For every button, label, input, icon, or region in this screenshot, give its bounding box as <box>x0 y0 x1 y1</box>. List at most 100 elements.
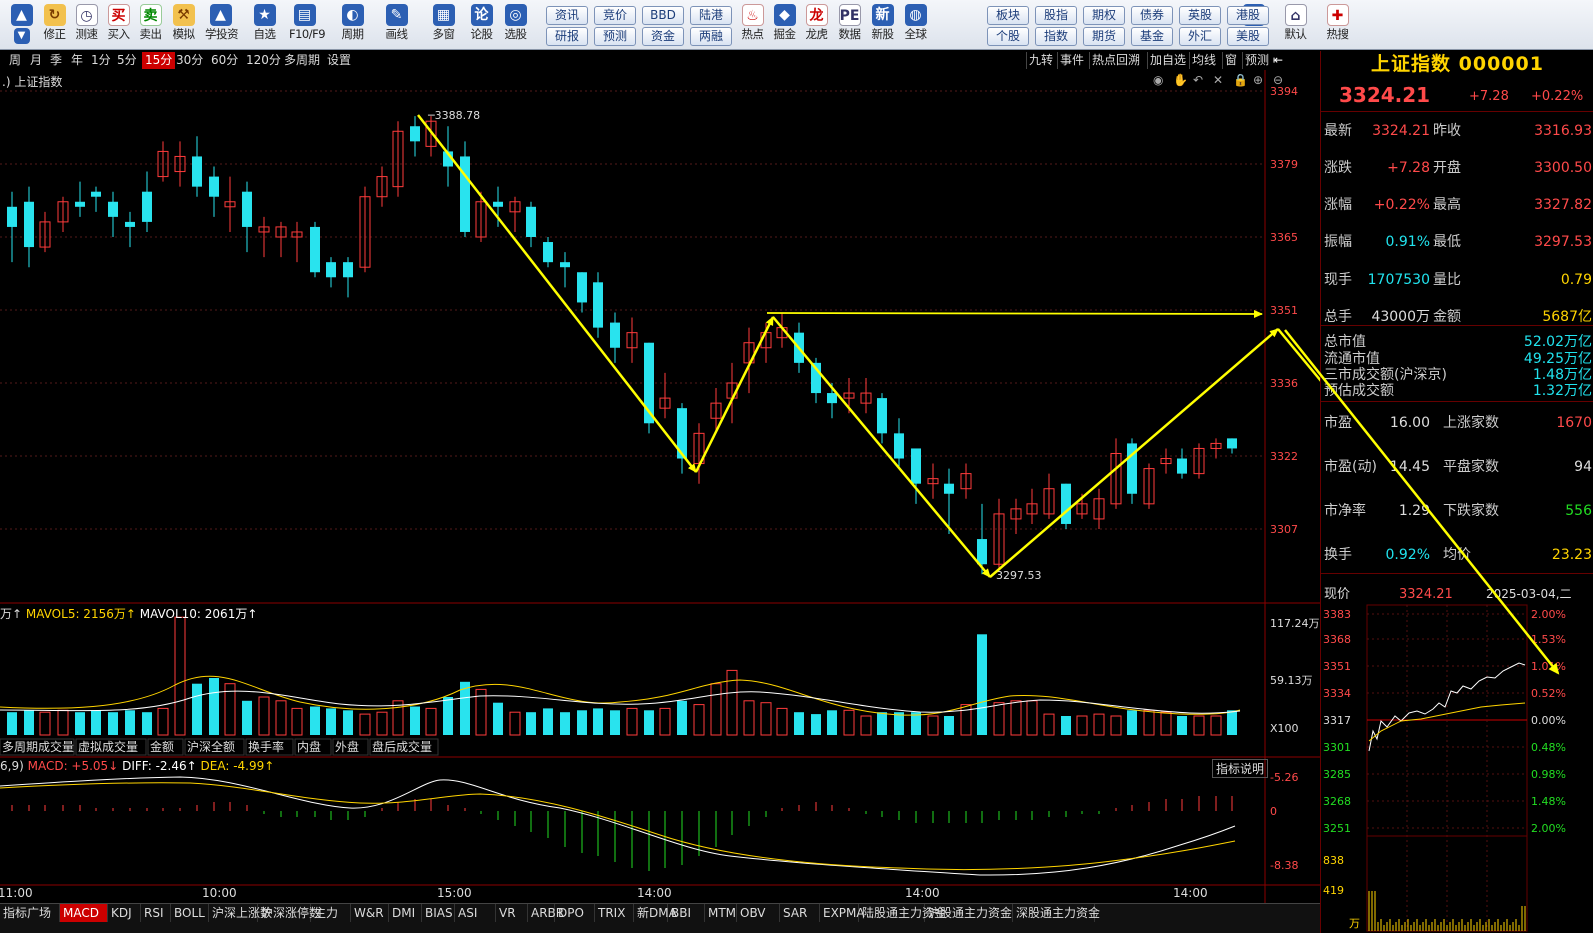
toolbar-button-自选[interactable]: ★ 自选 <box>249 2 280 48</box>
candle[interactable] <box>359 186 371 273</box>
candle[interactable] <box>343 257 353 298</box>
candle[interactable] <box>543 237 553 268</box>
pill-资讯[interactable]: 资讯 <box>546 6 588 25</box>
toolbar-button-热搜[interactable]: ✚ 热搜 <box>1322 2 1353 48</box>
candle[interactable] <box>560 252 570 288</box>
candle[interactable] <box>1193 443 1205 479</box>
candle[interactable] <box>376 166 388 207</box>
candle[interactable] <box>157 141 169 182</box>
candle[interactable] <box>1160 448 1172 474</box>
period-月[interactable]: 月 <box>27 52 45 69</box>
pill-英股[interactable]: 英股 <box>1179 6 1221 25</box>
period-5分[interactable]: 5分 <box>114 52 140 69</box>
pill-期权[interactable]: 期权 <box>1083 6 1125 25</box>
candle[interactable] <box>860 377 872 414</box>
candle[interactable] <box>192 136 202 197</box>
toolbar-button-默认[interactable]: ⌂ 默认 <box>1280 2 1311 48</box>
period-15分[interactable]: 15分 <box>142 52 176 69</box>
candle[interactable] <box>911 448 921 504</box>
chart-canvas[interactable]: 3394 3379 3365 3351 3336 3322 3307 ─3388.78 3297… <box>0 70 1320 903</box>
intraday-mini-chart[interactable]: 现价 3324.21 2025-03-04,二 3383 3368 3351 3334 331… <box>1321 581 1593 933</box>
pill-BBD[interactable]: BBD <box>642 6 684 25</box>
toolbar-button-多窗[interactable]: ▦ 多窗 <box>428 2 459 48</box>
indicator-tab-DPO[interactable]: DPO <box>555 904 595 922</box>
candle[interactable] <box>993 498 1005 570</box>
candle[interactable] <box>659 372 671 419</box>
candle[interactable] <box>242 181 252 253</box>
period-1分[interactable]: 1分 <box>88 52 114 69</box>
toolbar-button-周期[interactable]: ◐ 周期 <box>337 2 368 48</box>
indicator-tab-KDJ[interactable]: KDJ <box>108 904 141 922</box>
toolbar-button-测速[interactable]: ◷ 测速 <box>71 2 102 48</box>
candle[interactable] <box>509 196 521 232</box>
candle[interactable] <box>1043 473 1055 519</box>
toolbar-right-加自选[interactable]: 加自选 <box>1147 52 1186 69</box>
pill-竞价[interactable]: 竞价 <box>594 6 636 25</box>
toolbar-button-F10/F9[interactable]: ▤ F10/F9 <box>289 2 326 48</box>
candle[interactable] <box>291 221 303 263</box>
period-多周期[interactable]: 多周期 <box>281 52 323 69</box>
indicator-tab-RSI[interactable]: RSI <box>141 904 171 922</box>
indicator-tab-沪深涨停数[interactable]: 沪深涨停数 <box>258 904 321 922</box>
candle[interactable] <box>693 423 705 484</box>
candle[interactable] <box>75 181 85 217</box>
pill-预测[interactable]: 预测 <box>594 27 636 46</box>
indicator-tab-ARBR[interactable]: ARBR <box>528 904 564 922</box>
candle[interactable] <box>1026 488 1038 524</box>
candle[interactable] <box>1127 438 1137 504</box>
indicator-tab-MTM[interactable]: MTM <box>705 904 737 922</box>
period-年[interactable]: 年 <box>68 52 86 69</box>
indicator-tab-SAR[interactable]: SAR <box>780 904 820 922</box>
pill-板块[interactable]: 板块 <box>987 6 1029 25</box>
candle[interactable] <box>224 176 236 232</box>
candle[interactable] <box>209 166 219 217</box>
toolbar-button-掘金[interactable]: ◆ 掘金 <box>769 2 800 48</box>
indicator-tab-EXPMA[interactable]: EXPMA <box>820 904 865 922</box>
indicator-tab-沪深上涨数[interactable]: 沪深上涨数 <box>209 904 272 922</box>
pill-股指[interactable]: 股指 <box>1035 6 1077 25</box>
indicator-tab-MACD[interactable]: MACD <box>60 904 108 922</box>
pill-研报[interactable]: 研报 <box>546 27 588 46</box>
indicator-tab-深股通主力资金[interactable]: 深股通主力资金 <box>1013 904 1100 922</box>
candle[interactable] <box>1210 438 1222 459</box>
indicator-tab-VR[interactable]: VR <box>496 904 528 922</box>
candle[interactable] <box>142 171 152 232</box>
candle[interactable] <box>460 141 470 237</box>
toolbar-right-事件[interactable]: 事件 <box>1057 52 1084 69</box>
toolbar-button-画线[interactable]: ✎ 画线 <box>381 2 412 48</box>
period-60分[interactable]: 60分 <box>208 52 241 69</box>
pill-基金[interactable]: 基金 <box>1131 27 1173 46</box>
candle[interactable] <box>1093 488 1105 529</box>
candle[interactable] <box>326 257 336 288</box>
candle[interactable] <box>275 221 287 258</box>
candle[interactable] <box>91 186 101 212</box>
macd-help-button[interactable]: 指标说明 <box>1212 759 1269 778</box>
toolbar-button-全球[interactable]: ◍ 全球 <box>900 2 931 48</box>
toolbar-button-选股[interactable]: ◎ 选股 <box>500 2 531 48</box>
indicator-tab-ASI[interactable]: ASI <box>455 904 496 922</box>
candle[interactable] <box>626 317 638 363</box>
period-季[interactable]: 季 <box>47 52 65 69</box>
candle[interactable] <box>1110 438 1122 509</box>
toolbar-right-预测[interactable]: 预测 <box>1242 52 1269 69</box>
indicator-tab-陆股通主力资金[interactable]: 陆股通主力资金 <box>859 904 946 922</box>
candle[interactable] <box>1143 463 1155 509</box>
candle[interactable] <box>877 393 887 444</box>
down-arrow-button[interactable]: ▼ <box>6 26 37 48</box>
pill-资金[interactable]: 资金 <box>642 27 684 46</box>
candle[interactable] <box>593 272 603 338</box>
toolbar-button-买入[interactable]: 买买入 <box>103 2 134 48</box>
candle[interactable] <box>1061 483 1071 529</box>
candle[interactable] <box>39 211 51 253</box>
candle[interactable] <box>960 463 972 499</box>
toolbar-button-模拟[interactable]: ⚒ 模拟 <box>168 2 199 48</box>
pill-指数[interactable]: 指数 <box>1035 27 1077 46</box>
indicator-tab-DMI[interactable]: DMI <box>389 904 422 922</box>
toolbar-button-龙虎[interactable]: 龙龙虎 <box>801 2 832 48</box>
toolbar-button-修正[interactable]: ↻ 修正 <box>39 2 70 48</box>
toolbar-button-热点[interactable]: ♨ 热点 <box>737 2 768 48</box>
toolbar-button-新股[interactable]: 新新股 <box>867 2 898 48</box>
candle[interactable] <box>310 221 320 278</box>
pill-美股[interactable]: 美股 <box>1227 27 1269 46</box>
indicator-tab-沪股通主力资金[interactable]: 沪股通主力资金 <box>925 904 1013 922</box>
